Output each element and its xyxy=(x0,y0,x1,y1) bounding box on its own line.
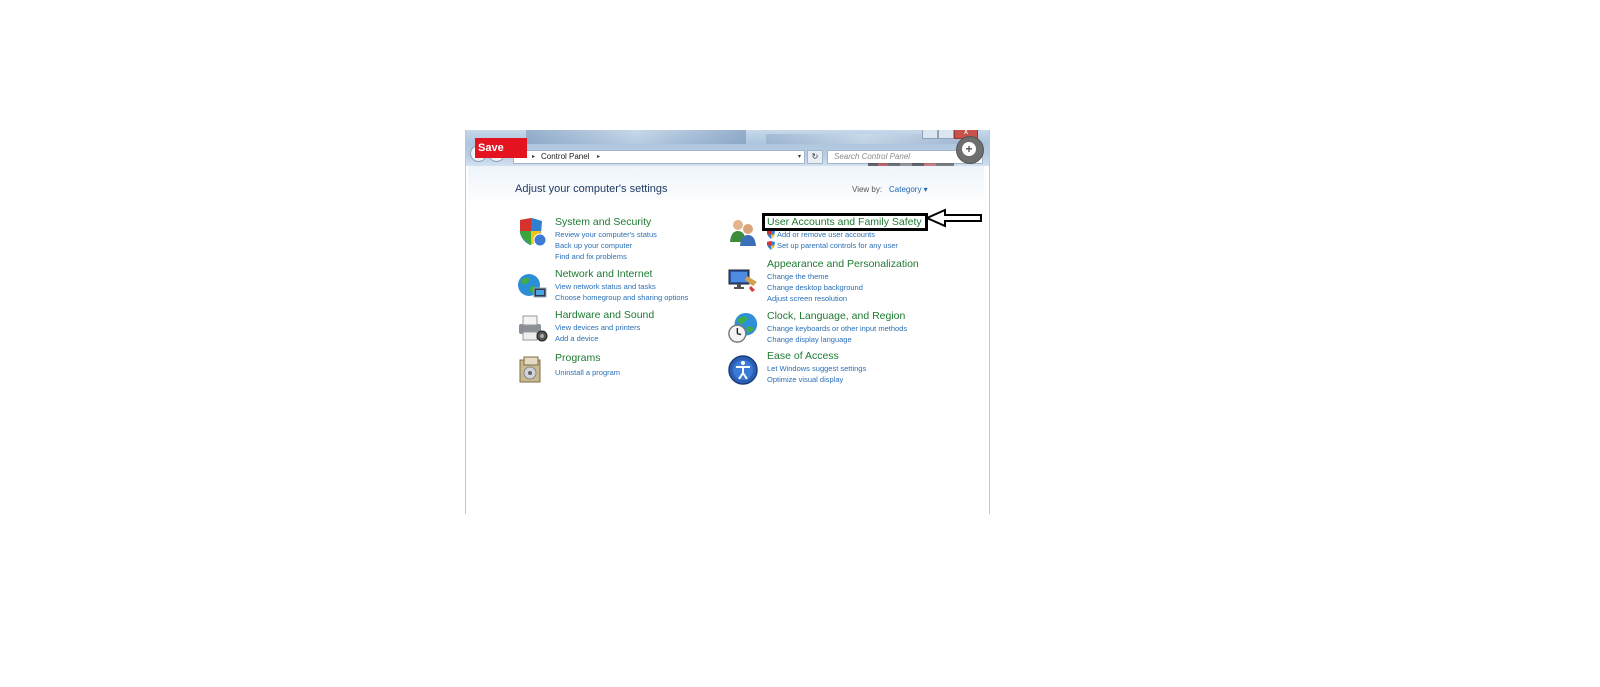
clock-globe-icon[interactable] xyxy=(727,312,759,344)
maximize-button[interactable] xyxy=(938,130,954,139)
refresh-button[interactable]: ↻ xyxy=(807,150,823,164)
breadcrumb-separator-icon: ▸ xyxy=(532,154,536,160)
link-optimize-display[interactable]: Optimize visual display xyxy=(767,375,843,384)
users-icon[interactable] xyxy=(727,216,759,248)
category-ease-of-access[interactable]: Ease of Access xyxy=(767,350,839,362)
category-programs[interactable]: Programs xyxy=(555,352,601,364)
breadcrumb-separator-icon[interactable]: ▸ xyxy=(597,151,600,163)
link-devices-printers[interactable]: View devices and printers xyxy=(555,323,640,332)
category-network-internet[interactable]: Network and Internet xyxy=(555,268,652,280)
link-network-status[interactable]: View network status and tasks xyxy=(555,282,656,291)
plus-glyph: + xyxy=(965,142,973,156)
link-suggest-settings[interactable]: Let Windows suggest settings xyxy=(767,364,866,373)
search-underline-decoration xyxy=(868,163,954,166)
save-button[interactable]: Save xyxy=(475,138,527,158)
title-bar-glass xyxy=(526,130,746,144)
uac-shield-icon xyxy=(767,241,775,250)
close-icon: x xyxy=(963,130,969,136)
link-back-up[interactable]: Back up your computer xyxy=(555,241,632,250)
plus-circle-icon-inner: + xyxy=(962,142,976,156)
printer-speaker-icon[interactable] xyxy=(516,312,548,344)
category-appearance[interactable]: Appearance and Personalization xyxy=(767,258,919,270)
link-find-fix[interactable]: Find and fix problems xyxy=(555,252,627,261)
shield-icon[interactable] xyxy=(516,216,548,248)
annotation-highlight-box xyxy=(762,213,928,231)
link-add-device[interactable]: Add a device xyxy=(555,334,598,343)
link-keyboards[interactable]: Change keyboards or other input methods xyxy=(767,324,907,333)
view-by-dropdown[interactable]: Category ▾ xyxy=(889,185,928,194)
plus-circle-icon[interactable]: + xyxy=(956,136,984,164)
link-change-theme[interactable]: Change the theme xyxy=(767,272,829,281)
programs-box-icon[interactable] xyxy=(516,354,548,386)
view-by-label: View by: xyxy=(852,185,883,194)
link-add-remove-users[interactable]: Add or remove user accounts xyxy=(777,230,875,239)
link-desktop-background[interactable]: Change desktop background xyxy=(767,283,863,292)
page-title: Adjust your computer's settings xyxy=(515,183,668,195)
link-review-status[interactable]: Review your computer's status xyxy=(555,230,657,239)
link-screen-resolution[interactable]: Adjust screen resolution xyxy=(767,294,847,303)
address-bar[interactable]: ▸ Control Panel ▸ ▾ xyxy=(513,150,805,164)
ease-of-access-icon[interactable] xyxy=(727,354,759,386)
arrow-left-outline-icon xyxy=(925,208,982,228)
refresh-icon: ↻ xyxy=(811,152,819,161)
minimize-button[interactable] xyxy=(922,130,938,139)
category-clock-language[interactable]: Clock, Language, and Region xyxy=(767,310,905,322)
appearance-monitor-icon[interactable] xyxy=(727,264,759,296)
category-hardware-sound[interactable]: Hardware and Sound xyxy=(555,309,654,321)
link-homegroup[interactable]: Choose homegroup and sharing options xyxy=(555,293,688,302)
network-globe-icon[interactable] xyxy=(516,270,548,302)
link-parental-controls[interactable]: Set up parental controls for any user xyxy=(777,241,898,250)
link-uninstall[interactable]: Uninstall a program xyxy=(555,368,620,377)
breadcrumb-control-panel[interactable]: Control Panel xyxy=(541,151,589,163)
category-system-security[interactable]: System and Security xyxy=(555,216,651,228)
address-dropdown-icon[interactable]: ▾ xyxy=(798,151,801,163)
link-display-language[interactable]: Change display language xyxy=(767,335,852,344)
uac-shield-icon xyxy=(767,230,775,239)
